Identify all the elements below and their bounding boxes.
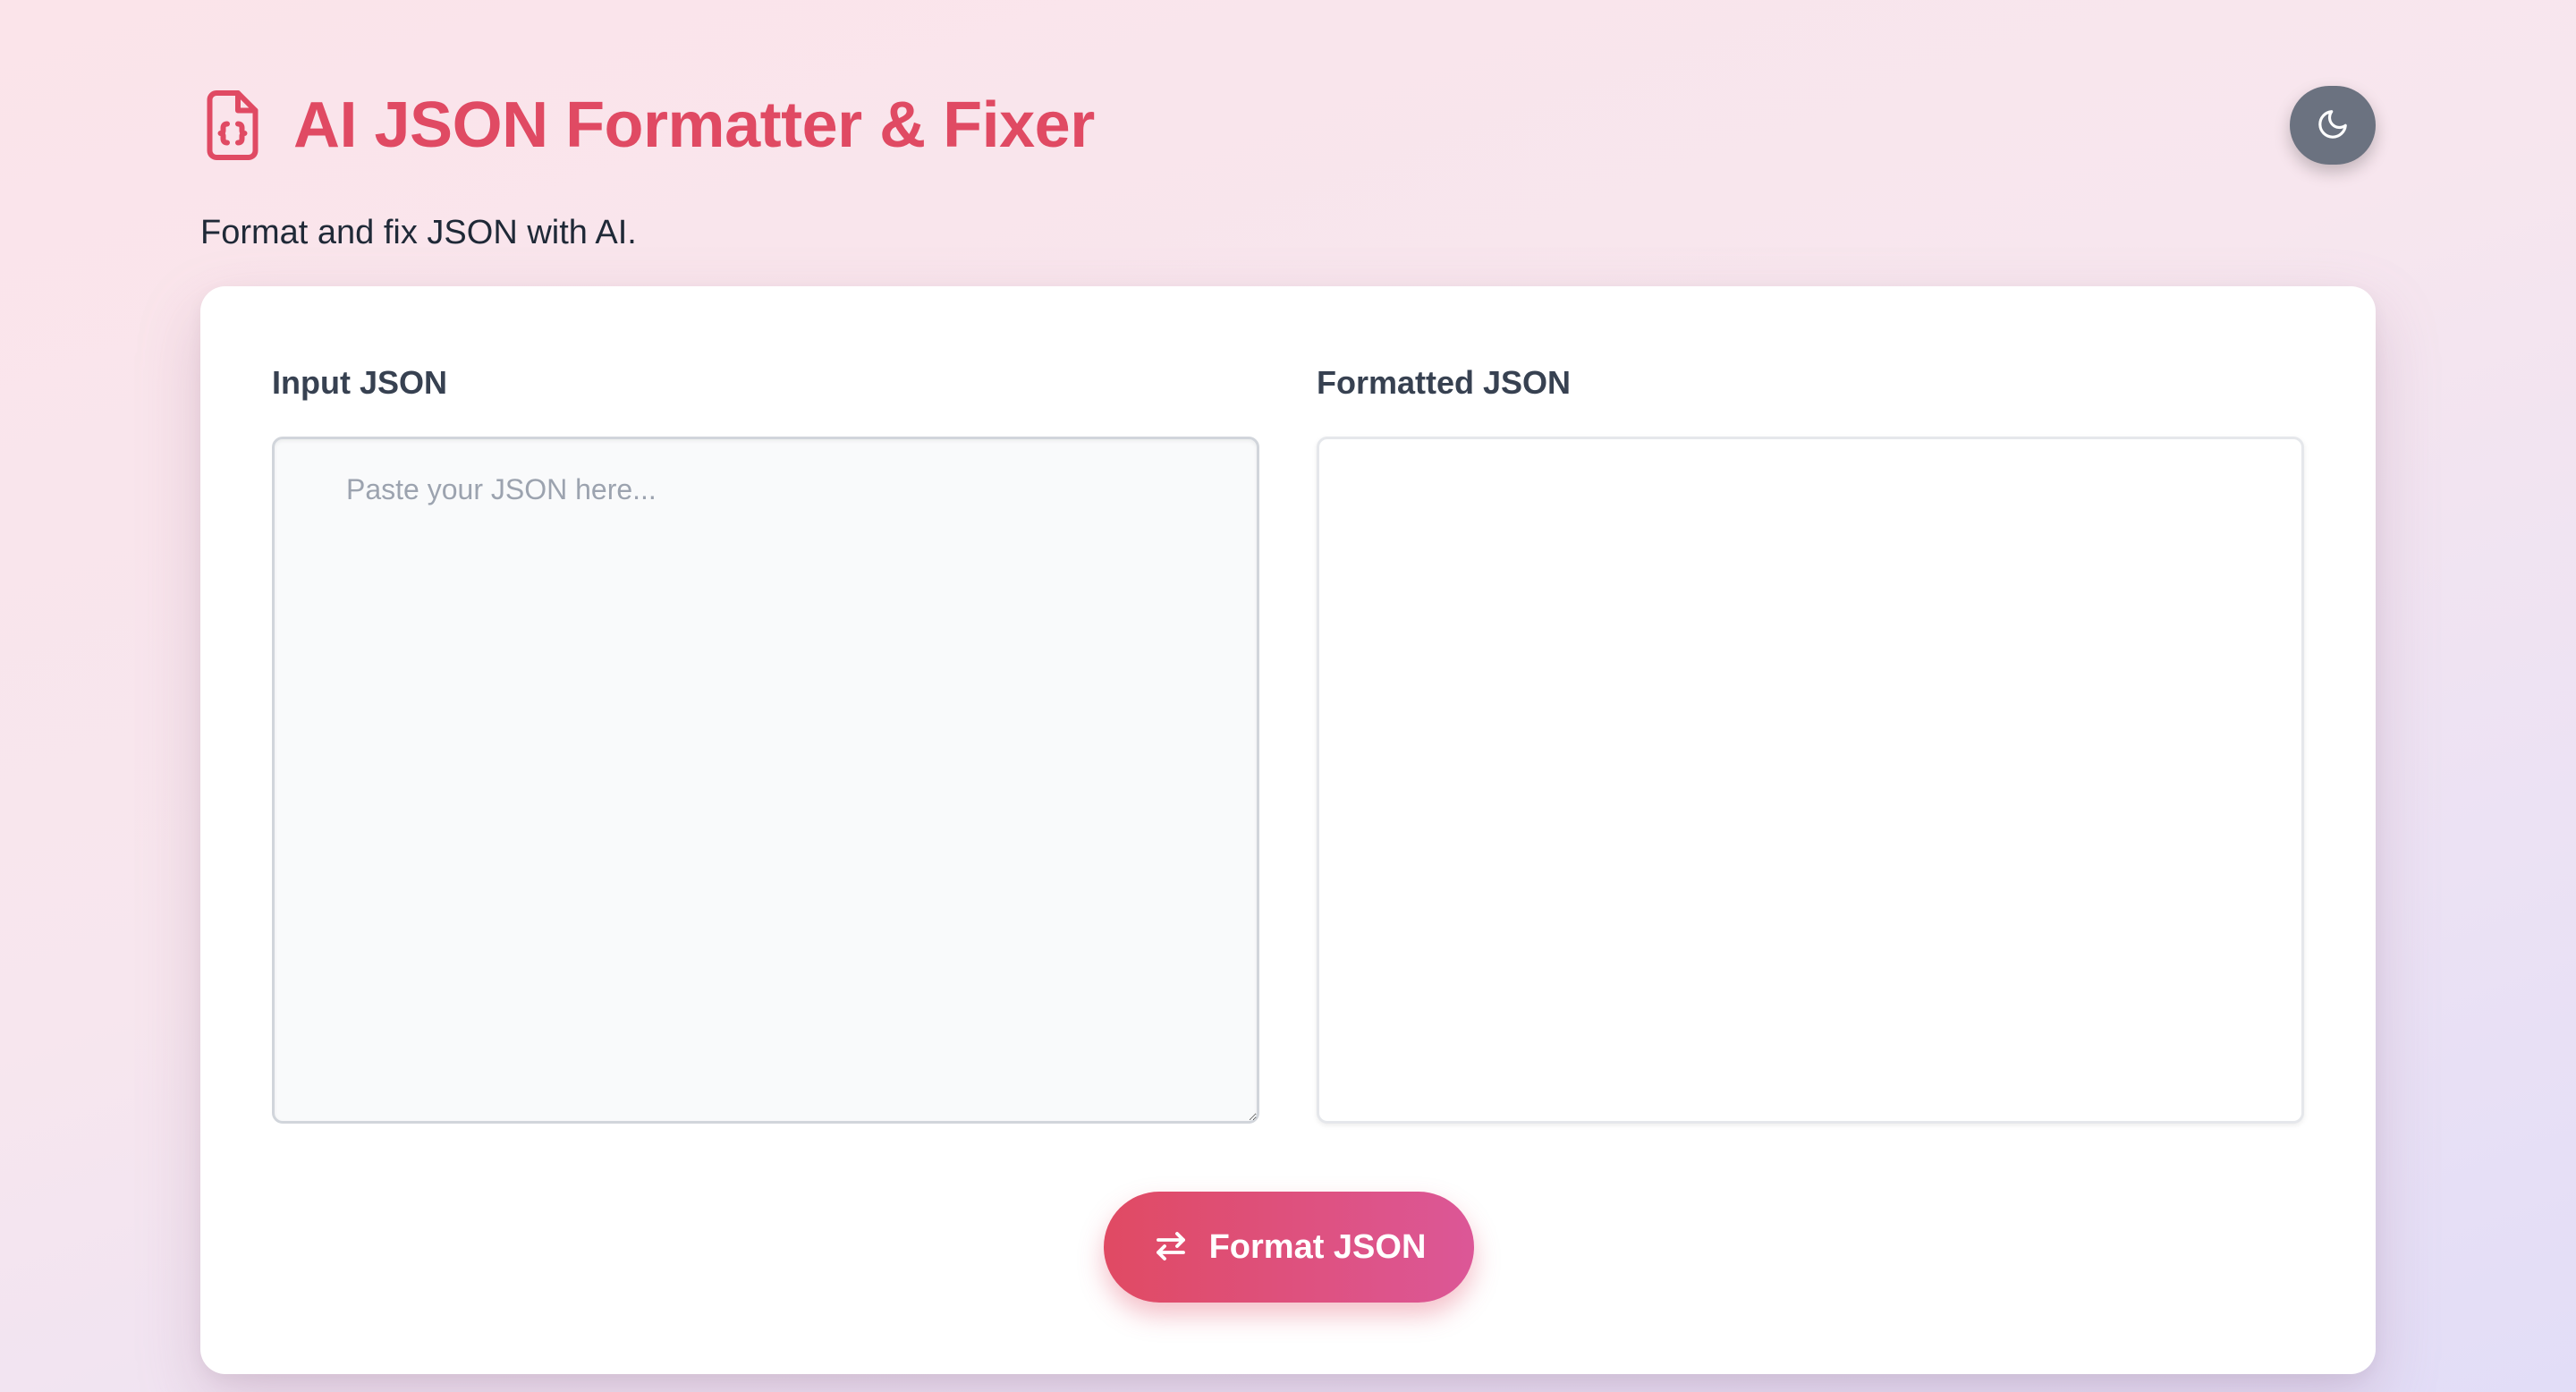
format-json-button[interactable]: Format JSON bbox=[1104, 1192, 1474, 1303]
file-code-icon bbox=[200, 88, 265, 163]
format-json-button-label: Format JSON bbox=[1208, 1227, 1427, 1266]
moon-icon bbox=[2316, 107, 2350, 144]
formatted-json-output[interactable] bbox=[1317, 437, 2304, 1124]
input-panel: Input JSON bbox=[272, 363, 1259, 1124]
formatter-card: Input JSON Formatted JSON Format JSON bbox=[200, 286, 2376, 1374]
page: AI JSON Formatter & Fixer Format and fix… bbox=[200, 0, 2376, 1392]
input-label: Input JSON bbox=[272, 364, 447, 401]
page-title: AI JSON Formatter & Fixer bbox=[293, 89, 1095, 161]
header: AI JSON Formatter & Fixer bbox=[200, 79, 2376, 172]
theme-toggle-button[interactable] bbox=[2290, 86, 2376, 165]
swap-arrows-icon bbox=[1152, 1227, 1209, 1268]
output-panel: Formatted JSON bbox=[1317, 363, 2304, 1124]
title-group: AI JSON Formatter & Fixer bbox=[200, 88, 1095, 163]
output-label: Formatted JSON bbox=[1317, 364, 1572, 401]
json-input-textarea[interactable] bbox=[272, 437, 1259, 1124]
page-subtitle: Format and fix JSON with AI. bbox=[200, 214, 637, 251]
